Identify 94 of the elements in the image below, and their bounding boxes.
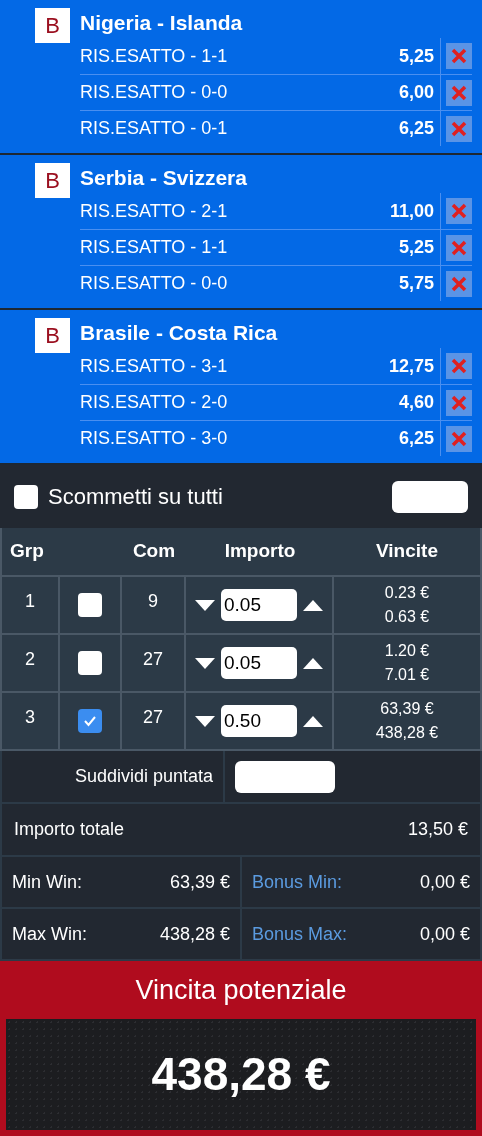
- close-icon: [450, 393, 468, 412]
- group-number: 1: [25, 590, 35, 613]
- checkbox[interactable]: [14, 484, 38, 509]
- decrease-button[interactable]: [195, 599, 215, 611]
- bonus-value: 0,00 €: [419, 922, 470, 946]
- remove-button[interactable]: [446, 270, 472, 297]
- potential-win-value: 438,28 €: [151, 1047, 331, 1102]
- caret-down-icon: [195, 657, 215, 669]
- win-value: 438,28 €: [159, 922, 230, 946]
- odds-value: 5,25: [398, 236, 435, 259]
- odds-value: 6,25: [398, 427, 435, 450]
- remove-button[interactable]: [446, 425, 472, 452]
- remove-button[interactable]: [446, 43, 472, 69]
- win-value: 63,39 €: [169, 870, 230, 894]
- total-amount-value: 13,50 €: [407, 818, 468, 841]
- column-header: Importo: [223, 539, 297, 564]
- selection-label: RIS.ESATTO - 2-1: [80, 199, 229, 223]
- win-amount: 0.23 €: [384, 583, 430, 603]
- checkmark-icon: [83, 715, 97, 727]
- amount-field[interactable]: 0.05: [221, 647, 297, 679]
- odds-value: 6,25: [398, 117, 435, 140]
- win-amount: 0.63 €: [384, 607, 430, 627]
- close-icon: [450, 83, 468, 102]
- odds-value: 5,75: [398, 272, 435, 295]
- selection-label: RIS.ESATTO - 1-1: [80, 236, 229, 259]
- odds-value: 11,00: [389, 199, 435, 223]
- close-icon: [450, 47, 468, 65]
- total-amount-label: Importo totale: [14, 818, 125, 841]
- increase-button[interactable]: [303, 657, 323, 669]
- bet-type-badge: B: [35, 8, 70, 43]
- selection-label: RIS.ESATTO - 2-0: [80, 391, 229, 414]
- odds-value: 12,75: [388, 354, 435, 378]
- combination-count: 27: [143, 706, 163, 729]
- decrease-button[interactable]: [195, 657, 215, 669]
- split-stake-field[interactable]: [235, 760, 335, 793]
- group-number: 2: [25, 648, 35, 671]
- increase-button[interactable]: [303, 599, 323, 611]
- bet-all-label: Scommetti su tutti: [48, 483, 224, 511]
- odds-value: 6,00: [398, 81, 435, 104]
- amount-field[interactable]: 0.05: [221, 589, 297, 621]
- combination-count: 27: [143, 648, 163, 671]
- amount-field[interactable]: 0.50: [221, 705, 297, 737]
- caret-up-icon: [303, 657, 323, 669]
- bonus-label: Bonus Min:: [252, 870, 343, 894]
- bet-type-badge: B: [35, 318, 70, 353]
- odds-value: 5,25: [398, 44, 435, 68]
- caret-up-icon: [303, 715, 323, 727]
- caret-down-icon: [195, 599, 215, 611]
- close-icon: [450, 238, 468, 257]
- win-amount: 7.01 €: [384, 665, 430, 685]
- close-icon: [450, 274, 468, 293]
- increase-button[interactable]: [303, 715, 323, 727]
- win-amount: 63,39 €: [380, 699, 434, 719]
- remove-button[interactable]: [446, 353, 472, 379]
- bonus-label: Bonus Max:: [252, 922, 348, 946]
- match-title: Serbia - Svizzera: [80, 165, 248, 191]
- close-icon: [450, 119, 468, 138]
- close-icon: [450, 429, 468, 448]
- selection-label: RIS.ESATTO - 0-1: [80, 117, 229, 140]
- checkbox[interactable]: [78, 593, 102, 617]
- bet-type-badge: B: [35, 163, 70, 198]
- selection-label: RIS.ESATTO - 3-1: [80, 354, 229, 378]
- group-number: 3: [25, 706, 35, 729]
- win-amount: 1.20 €: [384, 641, 430, 661]
- bonus-value: 0,00 €: [419, 870, 470, 894]
- decrease-button[interactable]: [195, 715, 215, 727]
- remove-button[interactable]: [446, 79, 472, 106]
- selection-label: RIS.ESATTO - 0-0: [80, 272, 229, 295]
- combination-count: 9: [148, 590, 158, 613]
- win-label: Min Win:: [12, 870, 82, 894]
- remove-button[interactable]: [446, 198, 472, 224]
- selection-label: RIS.ESATTO - 1-1: [80, 44, 229, 68]
- column-header: Com: [131, 539, 177, 564]
- potential-win-title: Vincita potenziale: [135, 973, 347, 1007]
- selection-label: RIS.ESATTO - 3-0: [80, 427, 229, 450]
- split-stake-label: Suddividi puntata: [74, 765, 213, 788]
- match-title: Brasile - Costa Rica: [80, 320, 279, 346]
- checkbox[interactable]: [78, 709, 102, 733]
- remove-button[interactable]: [446, 115, 472, 142]
- caret-down-icon: [195, 715, 215, 727]
- close-icon: [450, 202, 468, 220]
- close-icon: [450, 357, 468, 375]
- caret-up-icon: [303, 599, 323, 611]
- selection-label: RIS.ESATTO - 0-0: [80, 81, 229, 104]
- odds-value: 4,60: [398, 391, 435, 414]
- column-header: Grp: [9, 539, 45, 564]
- remove-button[interactable]: [446, 234, 472, 261]
- column-header: Vincite: [375, 539, 439, 564]
- bet-all-amount-field[interactable]: [392, 480, 468, 513]
- remove-button[interactable]: [446, 389, 472, 416]
- win-amount: 438,28 €: [375, 723, 439, 743]
- win-label: Max Win:: [12, 922, 87, 946]
- checkbox[interactable]: [78, 651, 102, 675]
- match-title: Nigeria - Islanda: [80, 10, 244, 36]
